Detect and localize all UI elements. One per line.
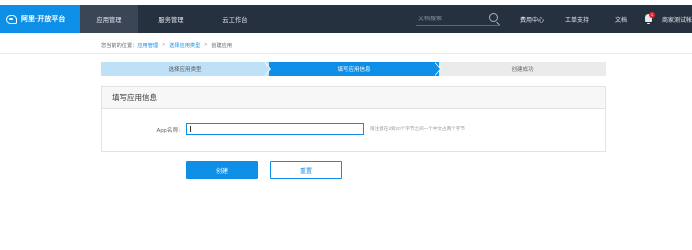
ticket-support-link[interactable]: 工单支持 [565,5,589,33]
step-select-type: 选择应用类型 [101,62,269,76]
nav-service-management[interactable]: 服务管理 [142,5,200,33]
app-name-label: App名称: [156,128,180,134]
breadcrumb-app-management[interactable]: 应用管理 [137,42,158,49]
docs-link[interactable]: 文档 [615,5,627,33]
app-name-hint: 限注意在3到20个字节之间一个中文占两个字节 [370,126,465,131]
breadcrumb: 您当前的位置： 应用管理 > 选择应用类型 > 创建应用 [101,40,232,50]
app-name-input[interactable] [186,123,364,135]
step-success: 创建成功 [439,62,606,76]
top-navigation-bar: 阿里·开放平台 应用管理 服务管理 云工作台 费用中心 工单支持 文档 1 商家… [0,5,692,33]
breadcrumb-prefix: 您当前的位置： [101,42,138,49]
notification-badge: 1 [649,12,655,18]
merchant-account-link[interactable]: 商家测试帐 [662,5,692,33]
platform-logo[interactable]: 阿里·开放平台 [0,5,80,33]
app-info-panel: 填写应用信息 App名称: 限注意在3到20个字节之间一个中文占两个字节 [101,86,606,152]
progress-steps: 选择应用类型 填写应用信息 创建成功 [101,62,606,76]
create-button[interactable]: 创建 [186,161,258,179]
step-fill-info: 填写应用信息 [269,62,439,76]
step-arrow [434,62,440,76]
breadcrumb-current: 创建应用 [211,42,233,49]
search-icon[interactable] [489,13,498,22]
doc-search [416,12,500,26]
step-label: 选择应用类型 [168,67,202,73]
doc-search-input[interactable] [416,15,486,22]
step-label: 创建成功 [511,67,534,73]
alibaba-logo-icon [6,14,17,24]
nav-cloud-workbench[interactable]: 云工作台 [206,5,264,33]
step-arrow [264,62,270,76]
logo-text: 阿里·开放平台 [21,16,66,23]
chevron-right-icon: > [204,42,208,48]
text-cursor [190,126,191,132]
step-label: 填写应用信息 [337,67,371,73]
chevron-right-icon: > [162,42,166,48]
nav-app-management[interactable]: 应用管理 [80,5,138,33]
breadcrumb-select-type[interactable]: 选择应用类型 [169,42,200,49]
app-name-row: App名称: 限注意在3到20个字节之间一个中文占两个字节 [102,123,605,137]
reset-button[interactable]: 重置 [270,161,342,179]
header-divider [0,53,692,54]
fee-center-link[interactable]: 费用中心 [520,5,544,33]
panel-title: 填写应用信息 [102,87,605,109]
